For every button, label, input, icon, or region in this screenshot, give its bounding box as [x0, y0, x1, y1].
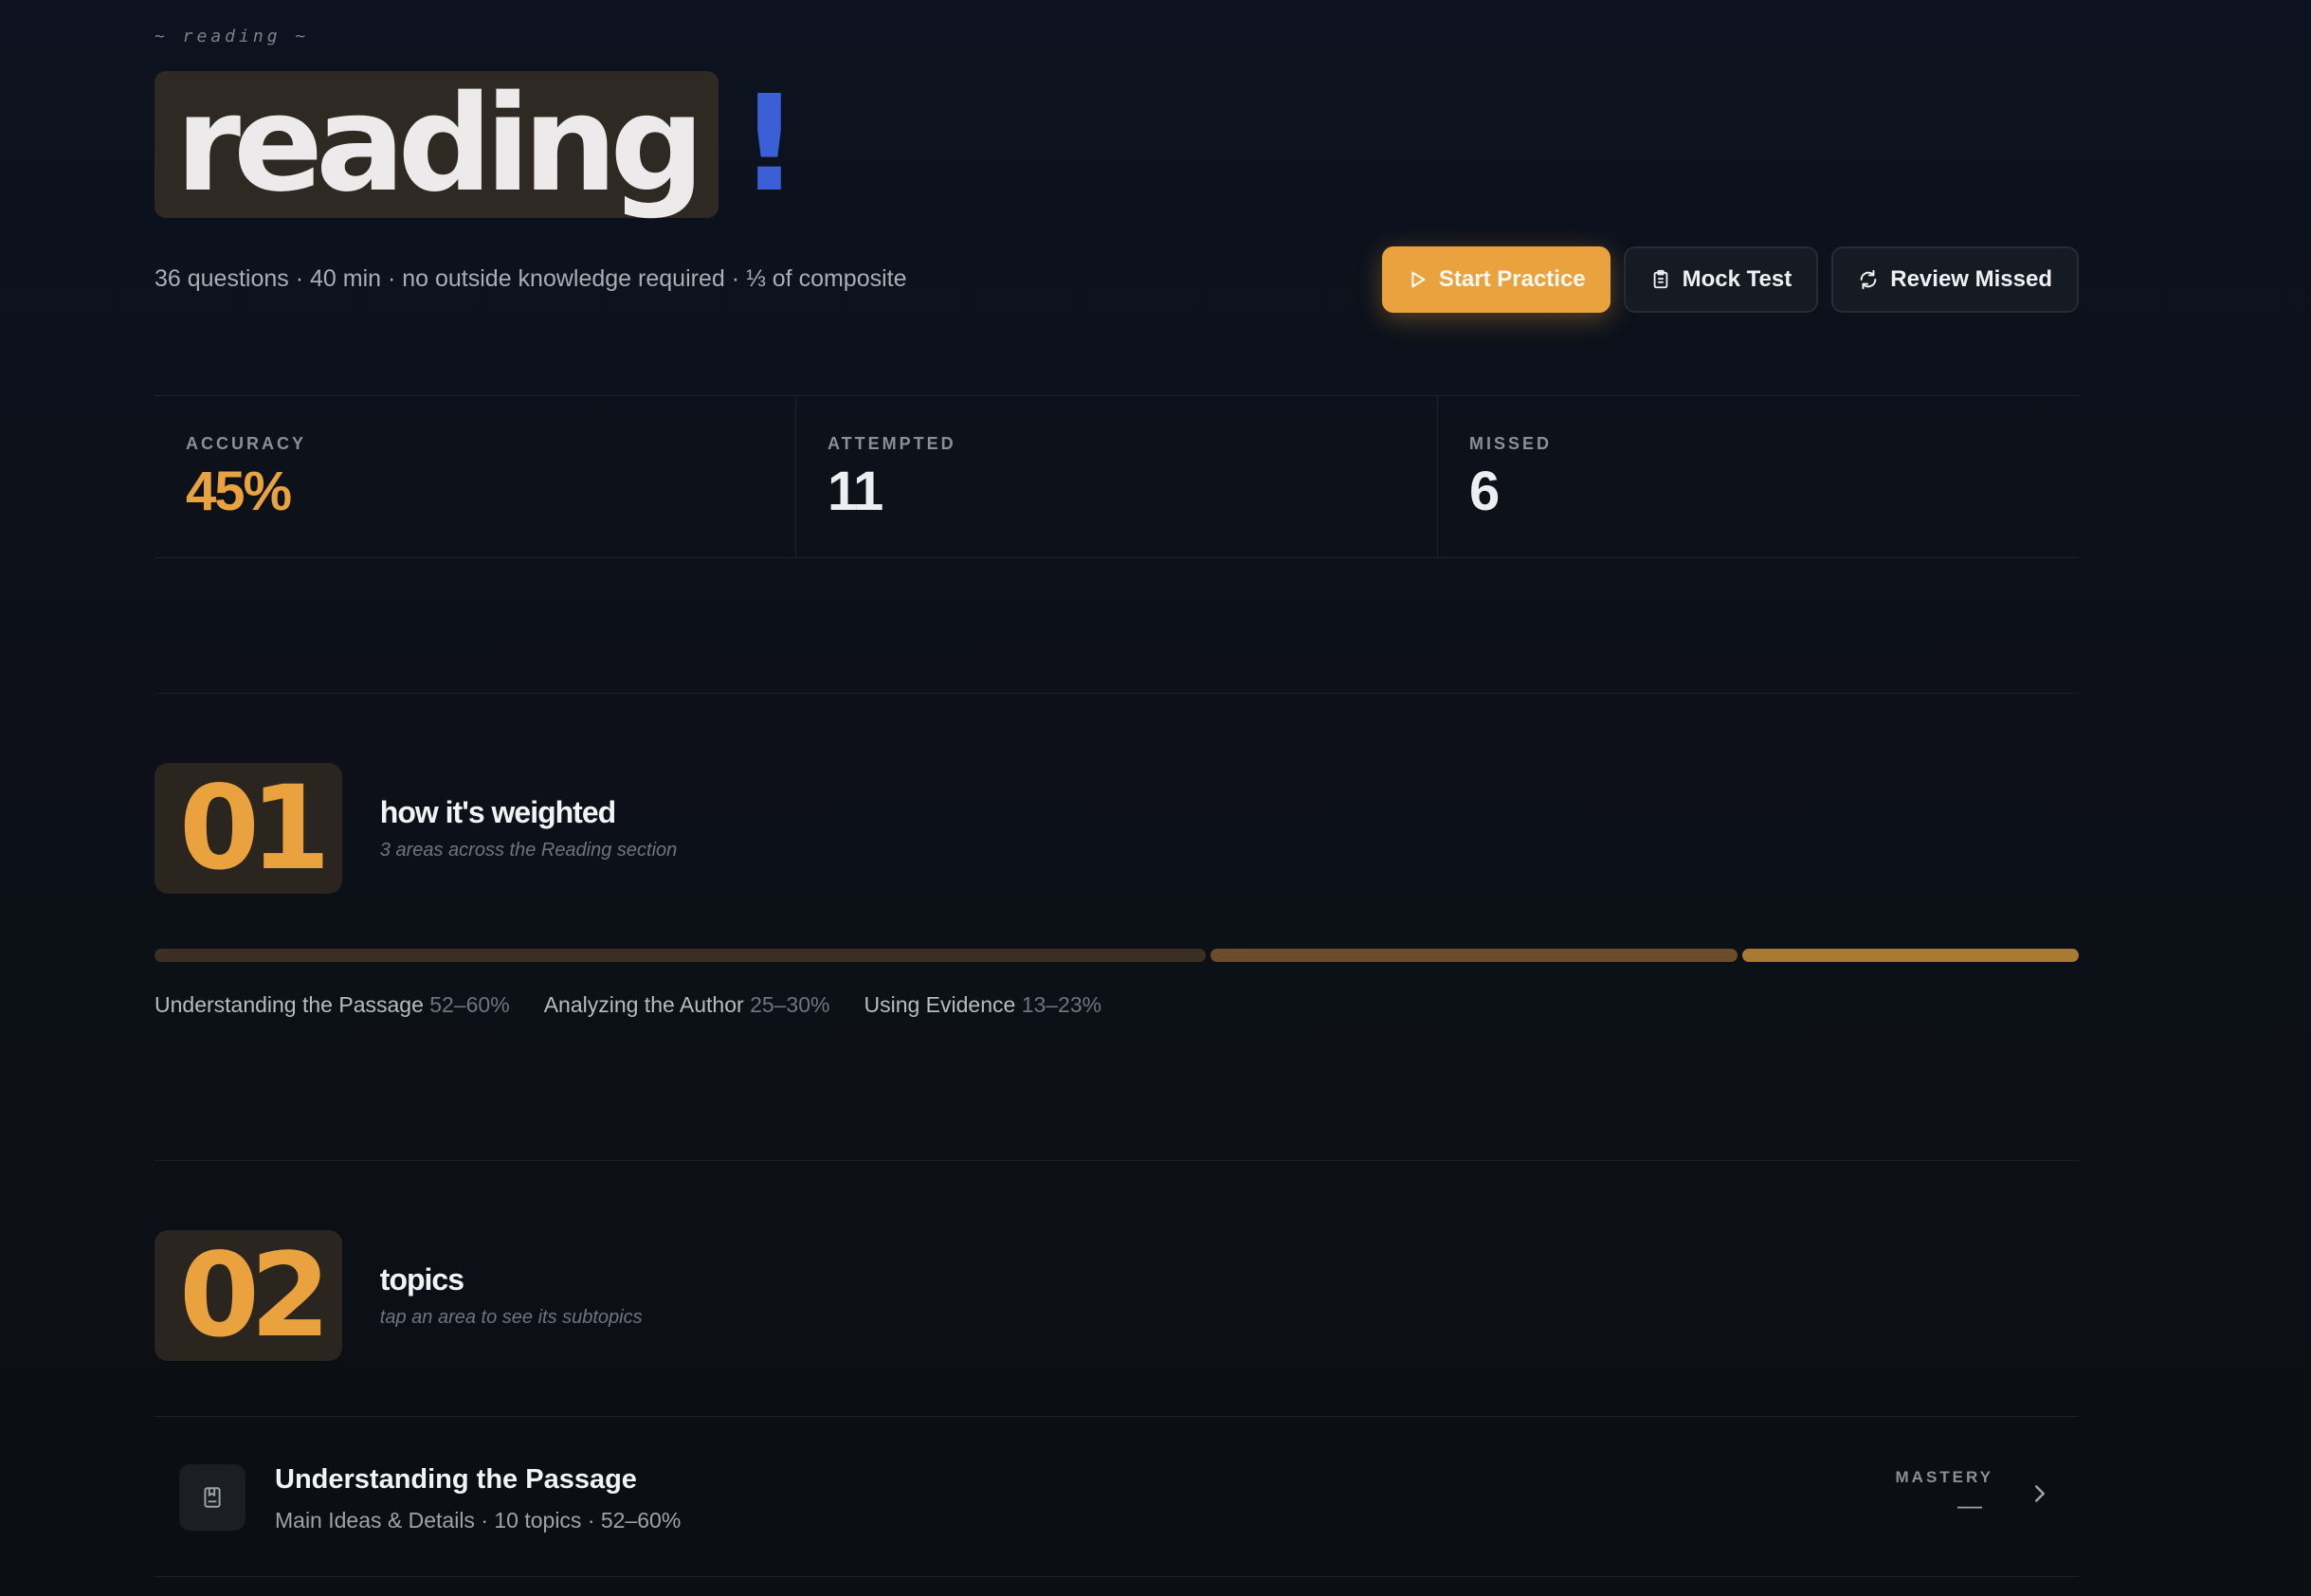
refresh-icon — [1860, 269, 1877, 290]
start-practice-button[interactable]: Start Practice — [1381, 246, 1610, 313]
page-title: reading ! — [155, 71, 799, 218]
stat-value: 45% — [186, 461, 292, 522]
mock-test-label: Mock Test — [1682, 266, 1792, 292]
mastery-indicator: MASTERY — — [1896, 1468, 1994, 1520]
section-subtitle: tap an area to see its subtopics — [379, 1307, 643, 1328]
action-bar: Start Practice Mock Test Review Missed — [1381, 246, 2079, 313]
stat-label: ACCURACY — [186, 434, 306, 453]
section-title: topics — [379, 1262, 464, 1297]
weight-segment-evidence — [1742, 949, 2079, 962]
clipboard-icon — [1653, 269, 1667, 289]
title-word: reading — [155, 71, 719, 218]
weight-segment-understanding — [155, 949, 1206, 962]
stat-missed: MISSED 6 — [1438, 396, 2079, 557]
legend-item: Using Evidence 13–23% — [864, 992, 1102, 1017]
title-mark: ! — [738, 66, 800, 222]
page-eyebrow: ~ reading ~ — [155, 27, 310, 46]
section-meta: 36 questions · 40 min · no outside knowl… — [155, 265, 907, 292]
mastery-label: MASTERY — [1895, 1468, 1993, 1486]
section-divider — [155, 1160, 2079, 1161]
chevron-right-icon — [2035, 1485, 2045, 1502]
topic-title: Understanding the Passage — [275, 1464, 637, 1495]
stat-value: 11 — [828, 461, 883, 522]
section-title: how it's weighted — [379, 795, 616, 829]
legend-item: Understanding the Passage 52–60% — [155, 992, 510, 1017]
stat-attempted: ATTEMPTED 11 — [796, 396, 1438, 557]
topics-header: 02 topics tap an area to see its subtopi… — [155, 1230, 643, 1361]
bookmark-book-icon — [179, 1464, 246, 1531]
weight-segment-analyzing — [1210, 949, 1738, 962]
topic-row-understanding[interactable]: Understanding the Passage Main Ideas & D… — [155, 1416, 2079, 1577]
review-missed-label: Review Missed — [1890, 266, 2052, 292]
weighting-bar — [155, 949, 2079, 962]
stat-label: ATTEMPTED — [828, 434, 956, 453]
weighting-legend: Understanding the Passage 52–60% Analyzi… — [155, 992, 1101, 1018]
section-number-badge: 01 — [155, 763, 342, 894]
stat-value: 6 — [1469, 461, 1500, 522]
mock-test-button[interactable]: Mock Test — [1623, 246, 1819, 313]
section-number-badge: 02 — [155, 1230, 342, 1361]
topic-subtitle: Main Ideas & Details · 10 topics · 52–60… — [275, 1508, 682, 1533]
weighting-header: 01 how it's weighted 3 areas across the … — [155, 763, 677, 894]
start-practice-label: Start Practice — [1438, 266, 1586, 292]
stats-strip: ACCURACY 45% ATTEMPTED 11 MISSED 6 — [155, 395, 2079, 558]
play-icon — [1411, 271, 1426, 288]
stat-label: MISSED — [1469, 434, 1553, 453]
legend-item: Analyzing the Author 25–30% — [543, 992, 830, 1017]
mastery-value: — — [1957, 1491, 1982, 1519]
stat-accuracy: ACCURACY 45% — [155, 396, 796, 557]
section-subtitle: 3 areas across the Reading section — [379, 840, 678, 861]
section-divider — [155, 693, 2079, 694]
review-missed-button[interactable]: Review Missed — [1831, 246, 2079, 313]
